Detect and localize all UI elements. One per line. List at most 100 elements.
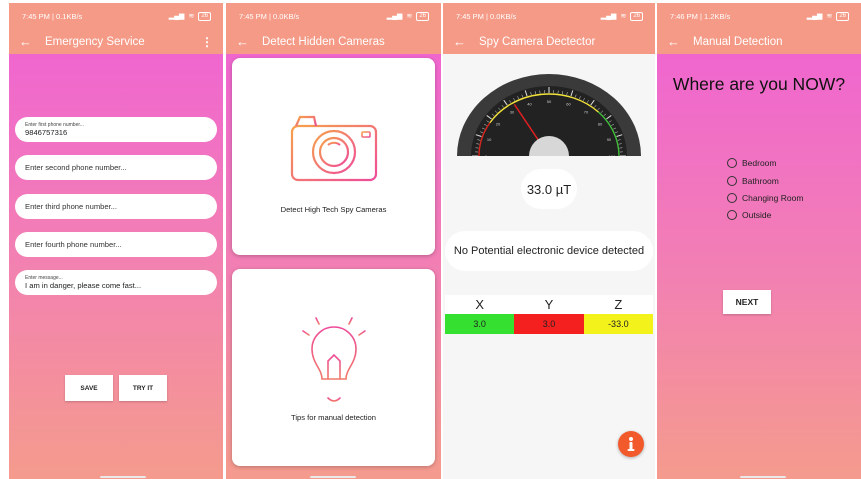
option-bathroom[interactable]: Bathroom bbox=[727, 176, 779, 186]
second-phone-field[interactable]: Enter second phone number... bbox=[15, 155, 217, 180]
axis-z-header: Z bbox=[583, 295, 653, 314]
status-bar: 7:45 PM | 0.0KB/s ▂▄▆ ≋ 26 bbox=[226, 3, 441, 29]
app-bar: ← Emergency Service ⋮ bbox=[9, 29, 223, 54]
form-area: Enter first phone number... 9846757316 E… bbox=[9, 54, 223, 479]
gauge-tick-label: 60 bbox=[566, 102, 571, 107]
option-bedroom[interactable]: Bedroom bbox=[727, 158, 777, 168]
page-title: Manual Detection bbox=[693, 35, 783, 48]
emergency-service-screen: 7:45 PM | 0.1KB/s ▂▄▆ ≋ 26 ← Emergency S… bbox=[9, 3, 223, 479]
back-arrow-icon[interactable]: ← bbox=[19, 34, 32, 49]
option-label: Bedroom bbox=[742, 158, 777, 168]
signal-icon: ▂▄▆ bbox=[806, 13, 823, 20]
home-indicator[interactable] bbox=[100, 476, 146, 478]
app-bar: ← Spy Camera Dectector bbox=[443, 29, 655, 54]
gauge-tick-label: 40 bbox=[527, 102, 532, 107]
gauge-tick-label: 100 bbox=[609, 154, 616, 156]
first-phone-value: 9846757316 bbox=[25, 127, 68, 137]
status-time: 7:46 PM | 1.2KB/s bbox=[670, 11, 731, 21]
wifi-icon: ≋ bbox=[188, 13, 195, 20]
magnetometer-gauge: 0102030405060708090100 bbox=[457, 74, 641, 156]
manual-detection-tips-card[interactable]: Tips for manual detection bbox=[232, 269, 435, 466]
app-bar: ← Detect Hidden Cameras bbox=[226, 29, 441, 54]
options-area: Detect High Tech Spy Cameras Tips for ma… bbox=[226, 54, 441, 479]
question-area: Where are you NOW? Bedroom Bathroom Chan… bbox=[657, 54, 861, 479]
info-fab-button[interactable] bbox=[618, 431, 644, 457]
battery-icon: 26 bbox=[416, 11, 429, 21]
screenshot-collage: 7:45 PM | 0.1KB/s ▂▄▆ ≋ 26 ← Emergency S… bbox=[0, 0, 861, 479]
field-strength-reading: 33.0 µT bbox=[521, 169, 577, 209]
axis-y-value: 3.0 bbox=[514, 314, 584, 334]
second-phone-placeholder: Enter second phone number... bbox=[25, 163, 127, 172]
status-bar: 7:46 PM | 1.2KB/s ▂▄▆ ≋ 26 bbox=[657, 3, 861, 29]
next-button[interactable]: NEXT bbox=[723, 290, 771, 314]
page-title: Detect Hidden Cameras bbox=[262, 35, 385, 48]
option-changing-room[interactable]: Changing Room bbox=[727, 193, 803, 203]
axis-value-row: 3.0 3.0 -33.0 bbox=[445, 314, 653, 334]
manual-detection-screen: 7:46 PM | 1.2KB/s ▂▄▆ ≋ 26 ← Manual Dete… bbox=[657, 3, 861, 479]
axis-x-header: X bbox=[445, 295, 515, 314]
axis-y-header: Y bbox=[514, 295, 584, 314]
option-label: Bathroom bbox=[742, 176, 779, 186]
radio-icon[interactable] bbox=[727, 193, 737, 203]
lightbulb-icon bbox=[296, 312, 372, 402]
wifi-icon: ≋ bbox=[826, 13, 833, 20]
detect-spy-cameras-card[interactable]: Detect High Tech Spy Cameras bbox=[232, 58, 435, 255]
radio-icon[interactable] bbox=[727, 158, 737, 168]
status-time: 7:45 PM | 0.0KB/s bbox=[456, 11, 517, 21]
battery-icon: 26 bbox=[630, 11, 643, 21]
option-label: Changing Room bbox=[742, 193, 804, 203]
gauge-tick-label: 70 bbox=[584, 110, 589, 115]
option-label: Outside bbox=[742, 210, 772, 220]
page-title: Spy Camera Dectector bbox=[479, 35, 596, 48]
back-arrow-icon[interactable]: ← bbox=[667, 34, 680, 49]
status-time: 7:45 PM | 0.0KB/s bbox=[239, 11, 300, 21]
gauge-tick-label: 90 bbox=[607, 137, 612, 142]
fourth-phone-placeholder: Enter fourth phone number... bbox=[25, 240, 122, 249]
camera-icon bbox=[290, 115, 378, 182]
back-arrow-icon[interactable]: ← bbox=[453, 34, 466, 49]
info-icon bbox=[627, 437, 635, 451]
signal-icon: ▂▄▆ bbox=[600, 13, 617, 20]
third-phone-field[interactable]: Enter third phone number... bbox=[15, 194, 217, 219]
radio-icon[interactable] bbox=[727, 176, 737, 186]
detector-area: 0102030405060708090100 33.0 µT No Potent… bbox=[443, 54, 655, 479]
spy-camera-detector-screen: 7:45 PM | 0.0KB/s ▂▄▆ ≋ 26 ← Spy Camera … bbox=[443, 3, 655, 479]
home-indicator[interactable] bbox=[740, 476, 786, 478]
gauge-tick-label: 80 bbox=[598, 122, 603, 127]
app-bar: ← Manual Detection bbox=[657, 29, 861, 54]
axis-x-value: 3.0 bbox=[445, 314, 515, 334]
back-arrow-icon[interactable]: ← bbox=[236, 34, 249, 49]
message-value: I am in danger, please come fast... bbox=[25, 280, 142, 290]
try-it-button[interactable]: TRY IT bbox=[119, 375, 167, 401]
option-outside[interactable]: Outside bbox=[727, 210, 771, 220]
detect-spy-cameras-label: Detect High Tech Spy Cameras bbox=[280, 205, 387, 214]
status-time: 7:45 PM | 0.1KB/s bbox=[22, 11, 83, 21]
location-question: Where are you NOW? bbox=[672, 74, 846, 94]
signal-icon: ▂▄▆ bbox=[386, 13, 403, 20]
wifi-icon: ≋ bbox=[406, 13, 413, 20]
battery-icon: 26 bbox=[198, 11, 211, 21]
more-options-icon[interactable]: ⋮ bbox=[201, 35, 213, 49]
third-phone-placeholder: Enter third phone number... bbox=[25, 202, 118, 211]
detect-hidden-cameras-screen: 7:45 PM | 0.0KB/s ▂▄▆ ≋ 26 ← Detect Hidd… bbox=[226, 3, 441, 479]
status-bar: 7:45 PM | 0.0KB/s ▂▄▆ ≋ 26 bbox=[443, 3, 655, 29]
fourth-phone-field[interactable]: Enter fourth phone number... bbox=[15, 232, 217, 257]
first-phone-field[interactable]: Enter first phone number... 9846757316 bbox=[15, 117, 217, 142]
radio-icon[interactable] bbox=[727, 210, 737, 220]
signal-icon: ▂▄▆ bbox=[168, 13, 185, 20]
message-field[interactable]: Enter message... I am in danger, please … bbox=[15, 270, 217, 295]
axis-header-row: X Y Z bbox=[445, 295, 653, 314]
manual-tips-label: Tips for manual detection bbox=[291, 413, 376, 422]
home-indicator[interactable] bbox=[310, 476, 356, 478]
save-button[interactable]: SAVE bbox=[65, 375, 113, 401]
gauge-tick-label: 20 bbox=[496, 122, 501, 127]
page-title: Emergency Service bbox=[45, 35, 145, 48]
wifi-icon: ≋ bbox=[620, 13, 627, 20]
detection-status-message: No Potential electronic device detected bbox=[445, 231, 653, 271]
gauge-tick-label: 30 bbox=[510, 110, 515, 115]
axis-z-value: -33.0 bbox=[583, 314, 653, 334]
status-bar: 7:45 PM | 0.1KB/s ▂▄▆ ≋ 26 bbox=[9, 3, 223, 29]
axis-table: X Y Z 3.0 3.0 -33.0 bbox=[445, 295, 653, 334]
battery-icon: 26 bbox=[836, 11, 849, 21]
gauge-tick-label: 10 bbox=[487, 137, 492, 142]
